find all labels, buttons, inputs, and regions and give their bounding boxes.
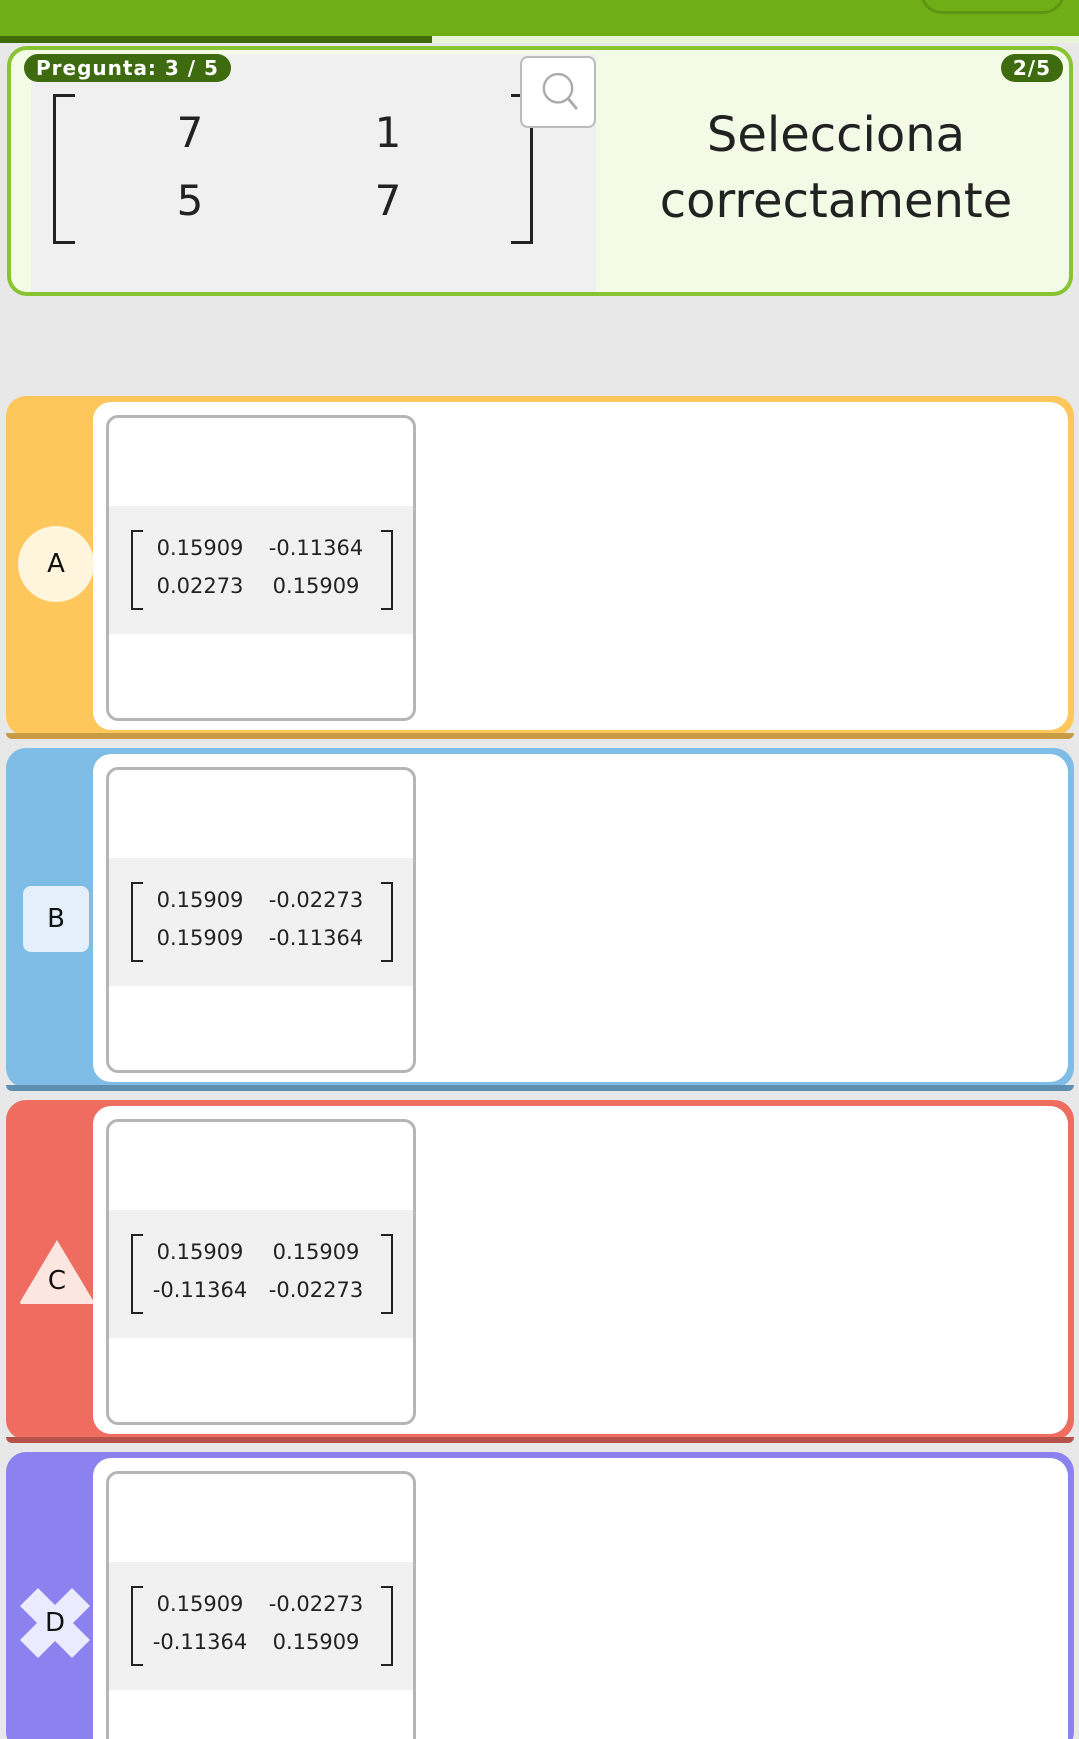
matrix-cell: -0.02273 bbox=[268, 888, 364, 912]
option-a-letter: A bbox=[47, 549, 65, 579]
option-a-matrix: 0.15909 -0.11364 0.02273 0.15909 bbox=[131, 530, 393, 610]
zoom-button[interactable] bbox=[520, 56, 596, 128]
matrix-cell: 0.15909 bbox=[156, 888, 244, 912]
top-pill-button[interactable] bbox=[920, 0, 1065, 14]
option-a-shadow bbox=[6, 733, 1074, 739]
matrix-cell: 0.15909 bbox=[272, 574, 360, 598]
option-c[interactable]: C 0.15909 0.15909 -0.11364 -0.02273 bbox=[6, 1100, 1074, 1443]
bracket-right bbox=[381, 530, 393, 610]
bracket-left bbox=[131, 882, 143, 962]
option-d-matrix: 0.15909 -0.02273 -0.11364 0.15909 bbox=[131, 1586, 393, 1666]
matrix-cell: -0.02273 bbox=[268, 1592, 364, 1616]
bracket-left bbox=[131, 530, 143, 610]
question-card: Pregunta: 3 / 5 2/5 7 1 5 7 Selecciona c… bbox=[7, 46, 1073, 296]
question-prompt: Selecciona correctamente bbox=[659, 107, 1013, 229]
matrix-cell: 0.15909 bbox=[156, 1592, 244, 1616]
bracket-left bbox=[131, 1234, 143, 1314]
option-d[interactable]: D 0.15909 -0.02273 -0.11364 0.15909 bbox=[6, 1452, 1074, 1739]
matrix-cell: 0.15909 bbox=[156, 536, 244, 560]
bracket-right bbox=[381, 1234, 393, 1314]
question-matrix: 7 1 5 7 bbox=[53, 94, 533, 244]
matrix-cell: 0.15909 bbox=[156, 926, 244, 950]
option-a-answer-box: 0.15909 -0.11364 0.02273 0.15909 bbox=[106, 415, 416, 721]
option-b-matrix: 0.15909 -0.02273 0.15909 -0.11364 bbox=[131, 882, 393, 962]
matrix-cell: 5 bbox=[176, 176, 204, 225]
option-b[interactable]: B 0.15909 -0.02273 0.15909 -0.11364 bbox=[6, 748, 1074, 1091]
matrix-cell: 0.15909 bbox=[156, 1240, 244, 1264]
option-b-letter: B bbox=[47, 904, 65, 934]
option-b-answer-box: 0.15909 -0.02273 0.15909 -0.11364 bbox=[106, 767, 416, 1073]
matrix-cell: 7 bbox=[176, 108, 204, 157]
progress-bar bbox=[0, 36, 1079, 43]
magnifier-icon bbox=[542, 72, 578, 110]
matrix-cell: 0.02273 bbox=[156, 574, 244, 598]
score-badge: 2/5 bbox=[1000, 54, 1063, 82]
progress-fill bbox=[0, 36, 432, 43]
bracket-left bbox=[131, 1586, 143, 1666]
option-d-answer-box: 0.15909 -0.02273 -0.11364 0.15909 bbox=[106, 1471, 416, 1739]
option-b-shadow bbox=[6, 1085, 1074, 1091]
option-c-letter: C bbox=[47, 1266, 67, 1296]
matrix-cell: -0.11364 bbox=[268, 926, 364, 950]
matrix-cell: 0.15909 bbox=[272, 1240, 360, 1264]
matrix-cell: -0.11364 bbox=[152, 1278, 248, 1302]
matrix-cell: 7 bbox=[374, 176, 402, 225]
matrix-cell: -0.02273 bbox=[268, 1278, 364, 1302]
option-a[interactable]: A 0.15909 -0.11364 0.02273 0.15909 bbox=[6, 396, 1074, 739]
option-b-letter-badge: B bbox=[23, 886, 89, 952]
option-c-shadow bbox=[6, 1437, 1074, 1443]
matrix-cell: -0.11364 bbox=[152, 1630, 248, 1654]
question-counter-badge: Pregunta: 3 / 5 bbox=[24, 54, 231, 82]
option-c-answer-box: 0.15909 0.15909 -0.11364 -0.02273 bbox=[106, 1119, 416, 1425]
matrix-cell: -0.11364 bbox=[268, 536, 364, 560]
option-d-letter-badge: D bbox=[20, 1588, 90, 1658]
bracket-left bbox=[53, 94, 75, 244]
matrix-cell: 1 bbox=[374, 108, 402, 157]
top-bar bbox=[0, 0, 1079, 36]
bracket-right bbox=[381, 882, 393, 962]
option-d-letter: D bbox=[44, 1608, 66, 1638]
option-a-letter-badge: A bbox=[18, 526, 94, 602]
option-c-letter-badge: C bbox=[18, 1236, 96, 1306]
matrix-cell: 0.15909 bbox=[272, 1630, 360, 1654]
bracket-right bbox=[381, 1586, 393, 1666]
option-c-matrix: 0.15909 0.15909 -0.11364 -0.02273 bbox=[131, 1234, 393, 1314]
